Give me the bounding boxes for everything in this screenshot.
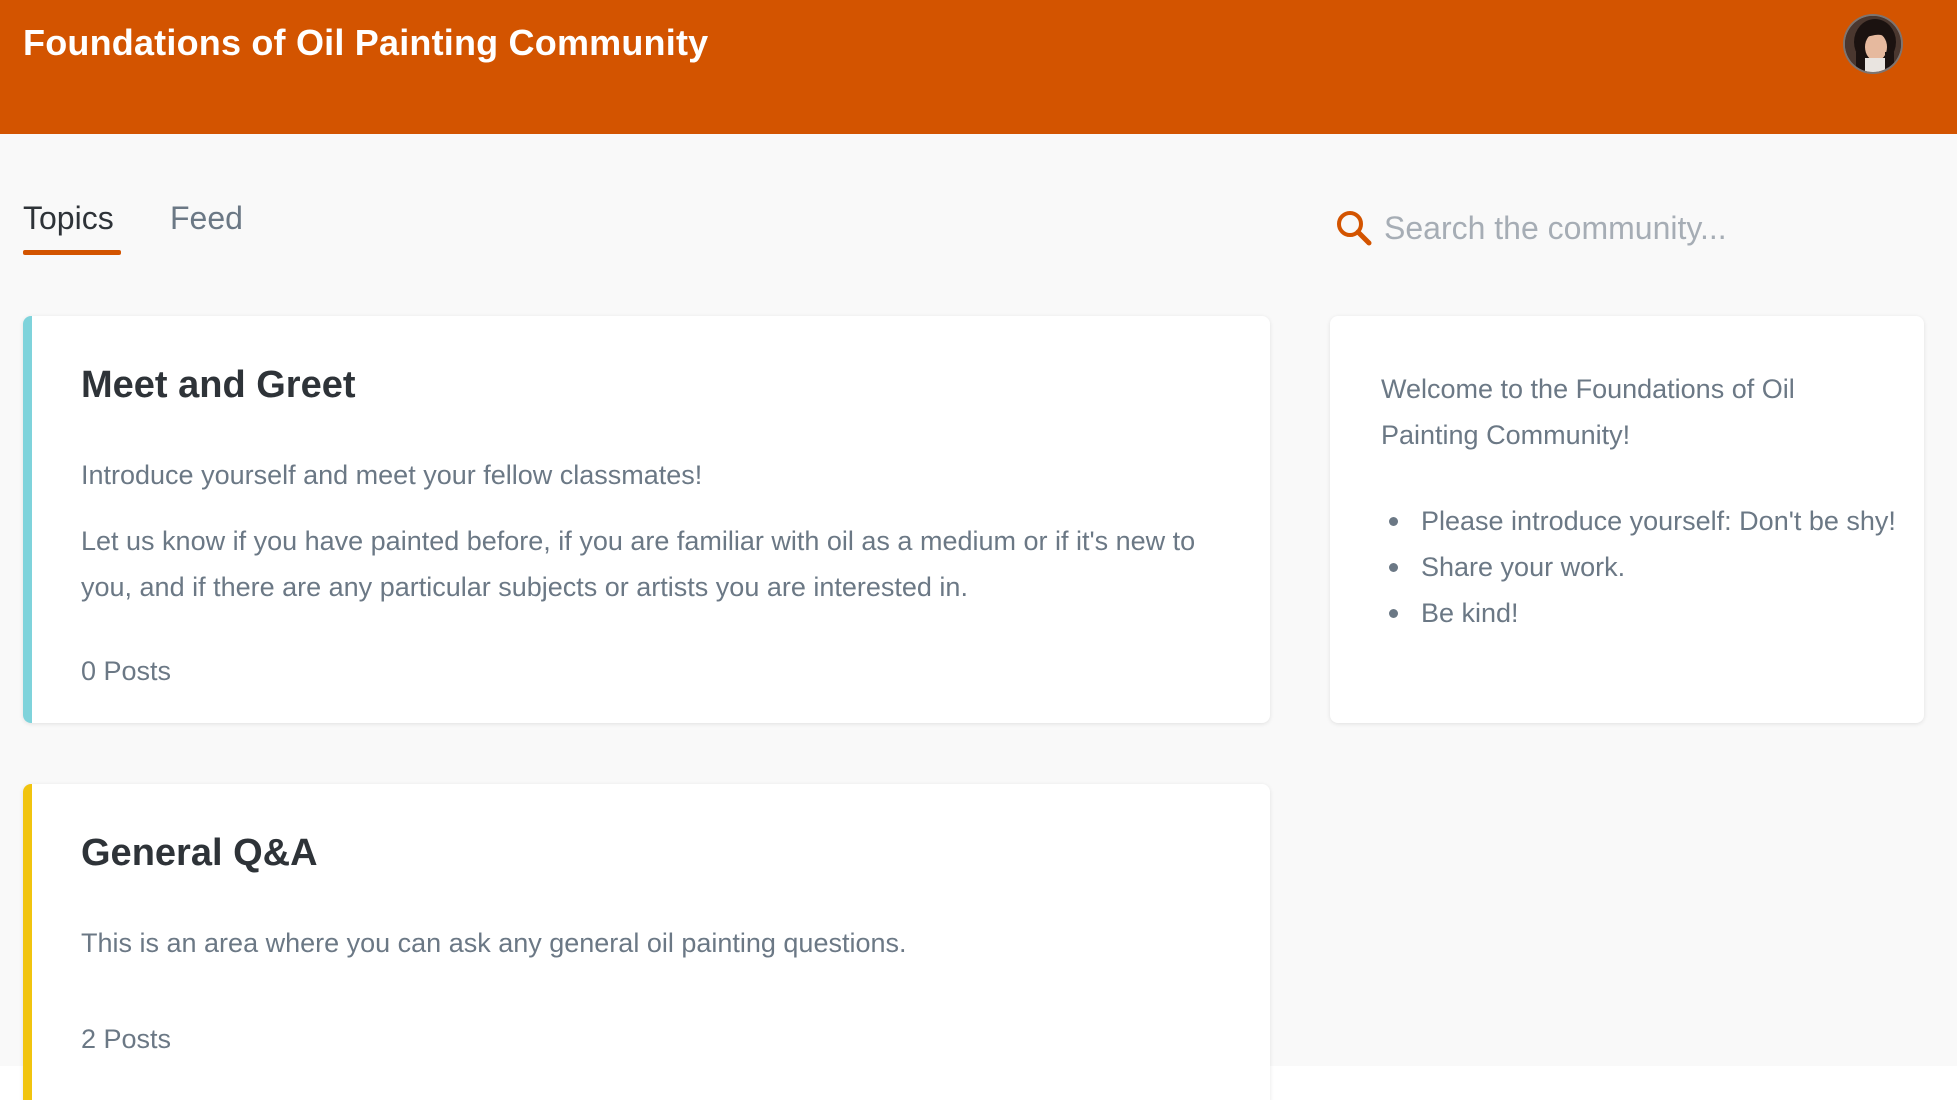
topic-title[interactable]: General Q&A [81, 832, 318, 875]
topic-card-meet-and-greet[interactable]: Meet and Greet Introduce yourself and me… [23, 316, 1270, 723]
topic-accent-bar [23, 784, 32, 1100]
welcome-message: Welcome to the Foundations of Oil Painti… [1381, 374, 1795, 450]
topic-post-count: 0 Posts [81, 656, 172, 686]
topic-title[interactable]: Meet and Greet [81, 364, 356, 407]
tab-topics[interactable]: Topics [23, 200, 114, 237]
community-title: Foundations of Oil Painting Community [23, 22, 709, 63]
topic-accent-bar [23, 316, 32, 723]
topic-card-general-qa[interactable]: General Q&A This is an area where you ca… [23, 784, 1270, 1100]
topic-description: Introduce yourself and meet your fellow … [81, 460, 703, 490]
guideline-item: Be kind! [1381, 590, 1901, 636]
topic-description: This is an area where you can ask any ge… [81, 928, 907, 958]
avatar-image [1845, 16, 1901, 72]
topic-description: Let us know if you have painted before, … [81, 526, 1196, 602]
welcome-card: Welcome to the Foundations of Oil Painti… [1330, 316, 1924, 723]
page: Foundations of Oil Painting Community To… [0, 0, 1957, 1100]
app-header: Foundations of Oil Painting Community [0, 0, 1957, 134]
search-input[interactable] [1384, 202, 1804, 254]
community-guidelines-list: Please introduce yourself: Don't be shy!… [1381, 498, 1901, 636]
guideline-item: Please introduce yourself: Don't be shy! [1381, 498, 1901, 544]
guideline-item: Share your work. [1381, 544, 1901, 590]
user-avatar[interactable] [1843, 14, 1903, 74]
topic-post-count: 2 Posts [81, 1024, 172, 1054]
tab-feed[interactable]: Feed [170, 200, 243, 237]
search-icon[interactable] [1334, 208, 1374, 248]
active-tab-indicator [23, 250, 121, 255]
